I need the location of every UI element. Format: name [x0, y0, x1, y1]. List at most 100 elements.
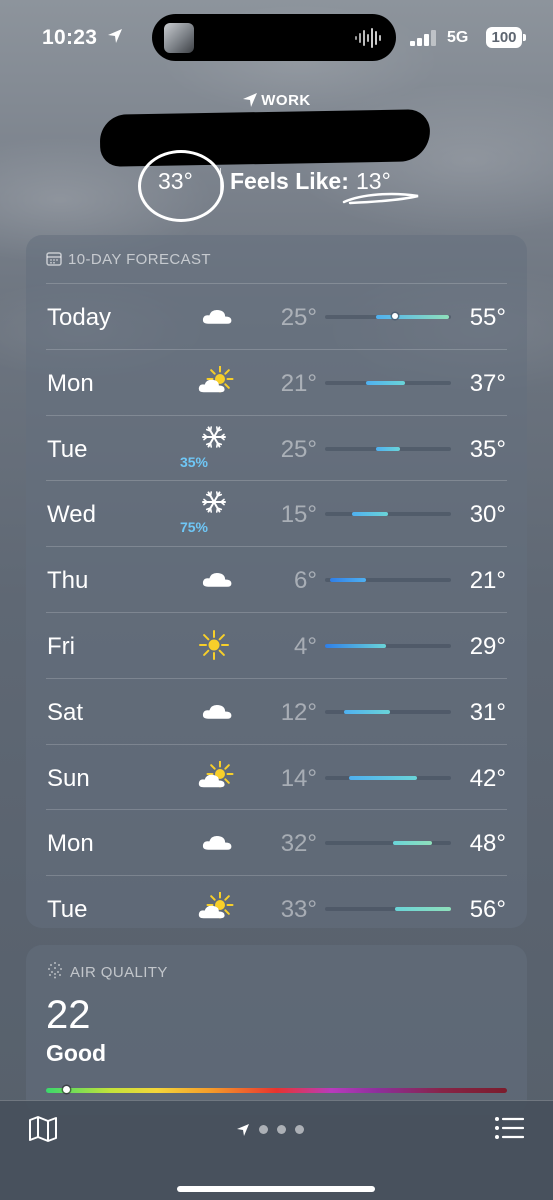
cloud-icon — [202, 836, 232, 851]
temperature-range-track — [325, 380, 451, 385]
forecast-high: 31° — [469, 698, 506, 726]
forecast-day: Fri — [47, 632, 75, 660]
forecast-row[interactable]: Tue 33° 56° — [46, 875, 507, 941]
forecast-row[interactable]: Sun 14° 42° — [46, 743, 507, 810]
forecast-low: 15° — [280, 501, 317, 529]
temperature-range-track — [325, 709, 451, 714]
forecast-row[interactable]: Tue 35% 25° 35° — [46, 414, 507, 481]
precipitation-chance: 75% — [179, 519, 209, 536]
forecast-low: 21° — [280, 369, 317, 397]
forecast-low: 12° — [280, 698, 317, 726]
temperature-range-track — [325, 313, 451, 319]
air-quality-value: 22 — [46, 993, 91, 1037]
forecast-condition — [196, 891, 236, 929]
feels-like-label: Feels Like: — [230, 168, 349, 194]
forecast-condition — [196, 826, 236, 863]
forecast-high: 30° — [469, 501, 506, 529]
page-dot[interactable] — [259, 1125, 268, 1135]
temperature-range-bar — [395, 907, 451, 912]
handwritten-underline — [342, 192, 419, 205]
forecast-high: 42° — [469, 764, 506, 792]
forecast-day: Wed — [47, 501, 96, 529]
location-arrow-icon — [243, 93, 258, 107]
page-dot[interactable] — [277, 1125, 286, 1135]
forecast-row[interactable]: Today 25° 55° — [46, 283, 507, 349]
status-time: 10:23 — [42, 26, 98, 49]
air-quality-scale — [46, 1086, 507, 1093]
forecast-condition — [196, 300, 236, 337]
temperature-range-track — [325, 907, 451, 912]
forecast-row[interactable]: Mon 32° 48° — [46, 809, 507, 875]
forecast-day: Sun — [47, 764, 90, 792]
temperature-range-bar — [344, 709, 391, 714]
forecast-row[interactable]: Fri 4° 29° — [46, 611, 507, 678]
forecast-high: 37° — [469, 369, 506, 397]
snowflake-icon — [202, 491, 226, 514]
air-quality-marker — [63, 1086, 71, 1093]
forecast-low: 14° — [280, 764, 317, 792]
forecast-condition — [196, 365, 236, 403]
forecast-row[interactable]: Mon 21° 37° — [46, 348, 507, 415]
forecast-high: 35° — [469, 435, 506, 463]
air-quality-label: Good — [46, 1040, 107, 1066]
dynamic-island[interactable] — [152, 14, 396, 61]
temperature-range-bar — [366, 380, 405, 385]
forecast-day: Mon — [47, 369, 94, 397]
forecast-title: 10-DAY FORECAST — [68, 251, 211, 268]
forecast-row[interactable]: Wed 75% 15° 30° — [46, 480, 507, 546]
forecast-high: 29° — [469, 632, 506, 660]
temperature-range-track — [325, 446, 451, 451]
temperature-range-bar — [392, 841, 432, 846]
temperature-range-bar — [325, 643, 386, 648]
forecast-condition — [196, 760, 236, 798]
forecast-high: 56° — [469, 896, 506, 924]
page-dot[interactable] — [295, 1125, 304, 1135]
forecast-card-header: 10-DAY FORECAST — [46, 251, 211, 268]
location-list-icon[interactable] — [494, 1116, 524, 1140]
forecast-row[interactable]: Sat 12° 31° — [46, 677, 507, 744]
forecast-high: 21° — [469, 567, 506, 595]
now-playing-artwork — [164, 23, 194, 53]
forecast-day: Tue — [47, 435, 88, 463]
forecast-low: 25° — [280, 304, 317, 331]
temperature-range-bar — [375, 315, 449, 319]
bottom-toolbar — [0, 1100, 553, 1200]
partly-sunny-icon — [198, 760, 234, 788]
forecast-row[interactable]: Thu 6° 21° — [46, 546, 507, 612]
forecast-condition — [196, 695, 236, 732]
calendar-icon — [46, 252, 62, 266]
air-quality-header: AIR QUALITY — [46, 961, 168, 981]
temperature-range-track — [325, 775, 451, 780]
page-indicator[interactable] — [236, 1121, 304, 1139]
forecast-low: 32° — [280, 830, 317, 858]
temperature-range-track — [325, 841, 451, 846]
temperature-range-bar — [329, 578, 367, 583]
air-quality-icon — [48, 962, 62, 979]
forecast-day: Thu — [47, 567, 89, 595]
battery-indicator: 100 — [486, 27, 522, 48]
forecast-day: Mon — [47, 830, 94, 858]
home-indicator[interactable] — [177, 1186, 375, 1192]
redacted-city-name — [99, 109, 431, 167]
forecast-condition — [196, 629, 236, 666]
forecast-low: 4° — [294, 632, 317, 660]
forecast-high: 55° — [469, 304, 506, 331]
map-icon[interactable] — [28, 1115, 58, 1143]
precipitation-chance: 35% — [179, 453, 209, 470]
temperature-range-bar — [351, 512, 388, 517]
sun-icon — [199, 629, 229, 660]
snowflake-icon — [202, 425, 226, 448]
current-location-page-icon[interactable] — [236, 1123, 250, 1137]
partly-sunny-icon — [198, 365, 234, 393]
location-services-icon — [108, 29, 122, 43]
temperature-range-track — [325, 512, 451, 517]
header-divider — [220, 168, 221, 194]
air-quality-card[interactable]: AIR QUALITY 22 Good — [26, 945, 527, 1115]
location-label: WORK — [261, 92, 311, 109]
forecast-day: Sat — [47, 698, 84, 726]
temperature-range-bar — [375, 446, 401, 451]
forecast-day: Today — [47, 304, 112, 331]
network-type: 5G — [447, 29, 469, 46]
ten-day-forecast-card[interactable]: 10-DAY FORECAST Today 25° 55° Mon 21° 37° Tue 3… — [26, 235, 527, 928]
forecast-list: Today 25° 55° Mon 21° 37° Tue 35% 25° 35° Wed 75% 15… — [46, 283, 507, 941]
